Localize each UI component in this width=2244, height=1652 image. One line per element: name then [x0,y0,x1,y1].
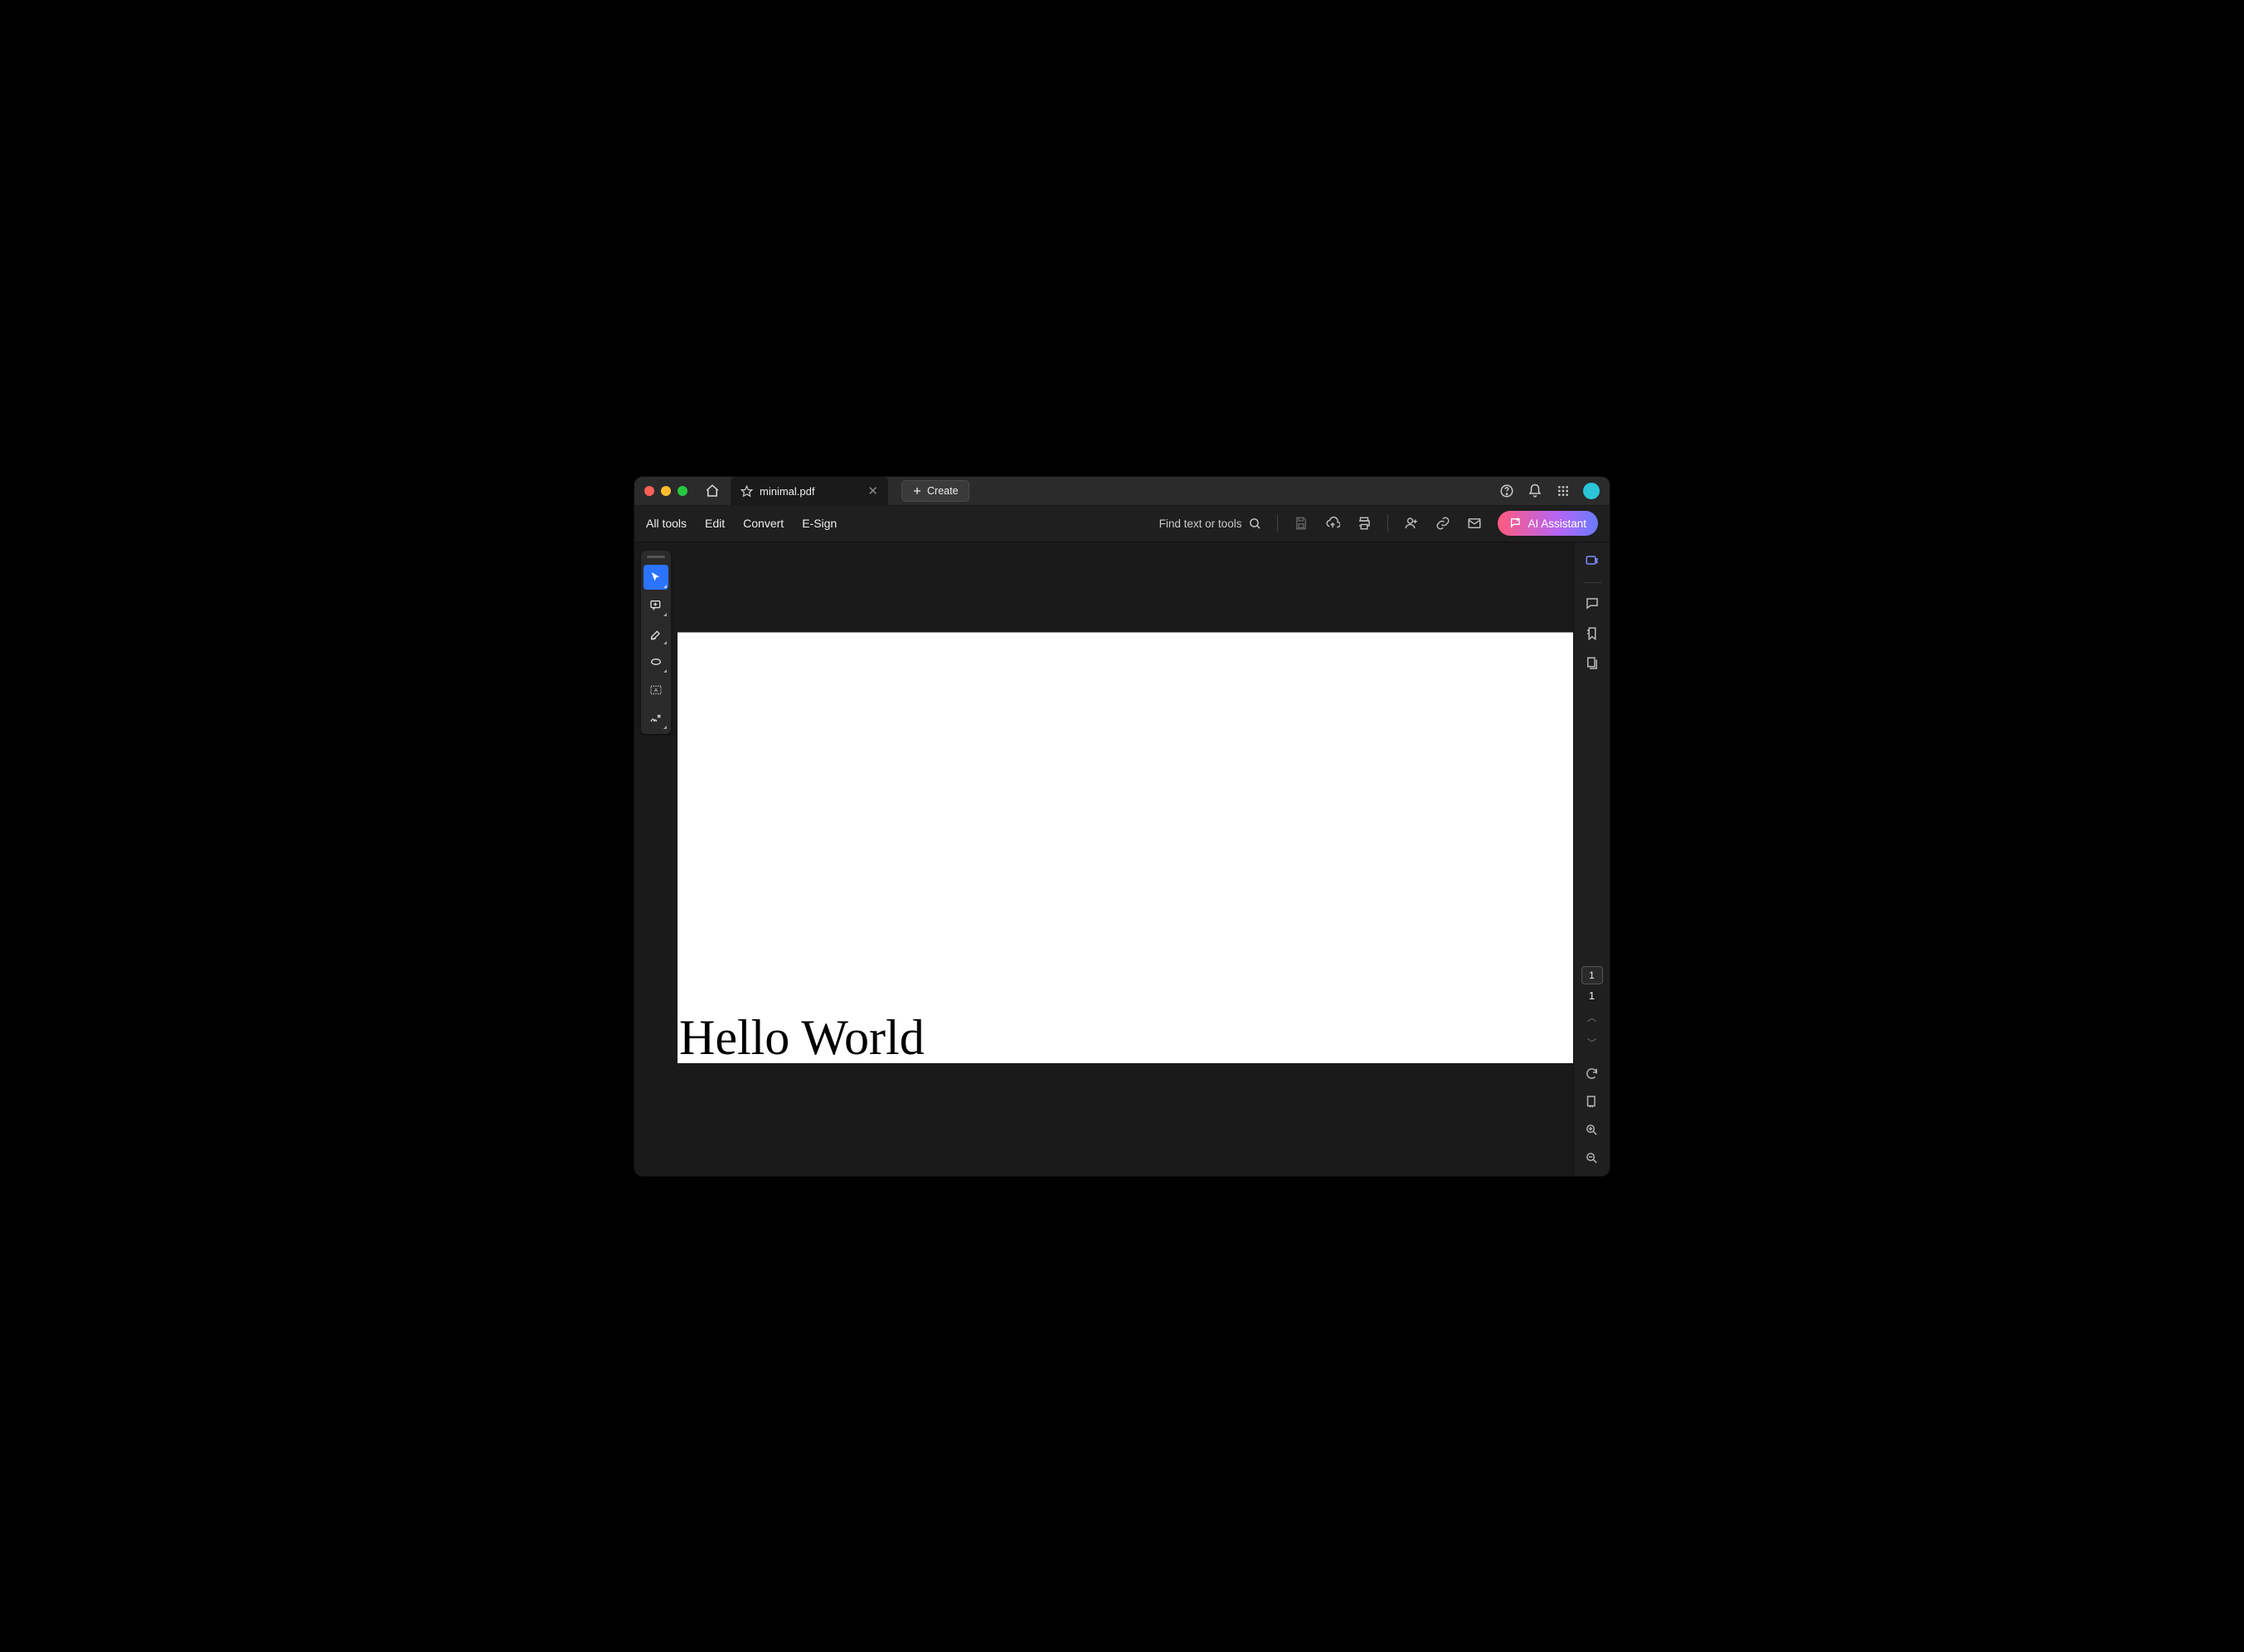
tab-title: minimal.pdf [760,485,814,498]
ai-assistant-button[interactable]: AI Assistant [1498,511,1598,536]
document-viewport[interactable]: Hello World [678,542,1573,1176]
right-panel-rail: 1 1 ︿ ﹀ [1573,542,1610,1176]
tool-group: A [641,551,671,734]
ai-chat-icon [1509,517,1523,530]
window-close-button[interactable] [644,486,654,496]
app-window: minimal.pdf ✕ Create A [634,477,1610,1176]
bookmarks-panel-icon[interactable] [1583,624,1601,643]
select-tool[interactable] [644,565,668,590]
create-label: Create [927,485,959,497]
svg-text:A: A [654,688,658,693]
tab-close-button[interactable]: ✕ [867,483,878,498]
thumbnails-panel-icon[interactable] [1583,654,1601,673]
window-controls [644,486,687,496]
menu-all-tools[interactable]: All tools [646,517,687,530]
left-tool-rail: A [634,542,678,1176]
search-icon [1248,517,1262,531]
rotate-icon[interactable] [1583,1065,1601,1083]
page-navigation: 1 1 ︿ ﹀ [1581,966,1603,1176]
print-icon[interactable] [1356,515,1372,532]
menubar: All tools Edit Convert E-Sign Find text … [634,506,1610,542]
window-minimize-button[interactable] [661,486,671,496]
zoom-out-icon[interactable] [1583,1149,1601,1168]
comment-tool[interactable] [644,593,668,618]
share-user-icon[interactable] [1403,515,1420,532]
mail-icon[interactable] [1466,515,1483,532]
help-icon[interactable] [1498,483,1515,499]
text-box-tool[interactable]: A [644,678,668,702]
find-button[interactable]: Find text or tools [1159,517,1263,531]
menu-convert[interactable]: Convert [743,517,784,530]
fit-page-icon[interactable] [1583,1093,1601,1111]
create-button[interactable]: Create [901,480,969,502]
zoom-in-icon[interactable] [1583,1121,1601,1139]
document-tab[interactable]: minimal.pdf ✕ [731,477,888,506]
save-icon [1293,515,1309,532]
home-button[interactable] [701,483,724,498]
menu-edit[interactable]: Edit [705,517,725,530]
window-maximize-button[interactable] [678,486,687,496]
pdf-page[interactable]: Hello World [678,632,1573,1063]
highlight-tool[interactable] [644,621,668,646]
prev-page-button[interactable]: ︿ [1586,1007,1596,1028]
bell-icon[interactable] [1527,483,1543,499]
apps-icon[interactable] [1555,483,1571,499]
comments-panel-icon[interactable] [1583,595,1601,613]
next-page-button[interactable]: ﹀ [1586,1032,1596,1053]
find-label: Find text or tools [1159,517,1242,530]
page-text: Hello World [679,1009,925,1067]
menu-esign[interactable]: E-Sign [802,517,837,530]
star-icon[interactable] [741,485,753,498]
titlebar: minimal.pdf ✕ Create [634,477,1610,506]
ai-label: AI Assistant [1528,517,1586,530]
total-pages: 1 [1589,989,1595,1002]
sign-tool[interactable] [644,706,668,731]
link-icon[interactable] [1435,515,1451,532]
upload-icon[interactable] [1324,515,1341,532]
body: A Hello World [634,542,1610,1176]
draw-tool[interactable] [644,649,668,674]
user-avatar[interactable] [1583,483,1600,499]
tool-drag-handle[interactable] [647,556,665,558]
current-page-input[interactable]: 1 [1581,966,1603,984]
ai-panel-icon[interactable] [1583,552,1601,571]
